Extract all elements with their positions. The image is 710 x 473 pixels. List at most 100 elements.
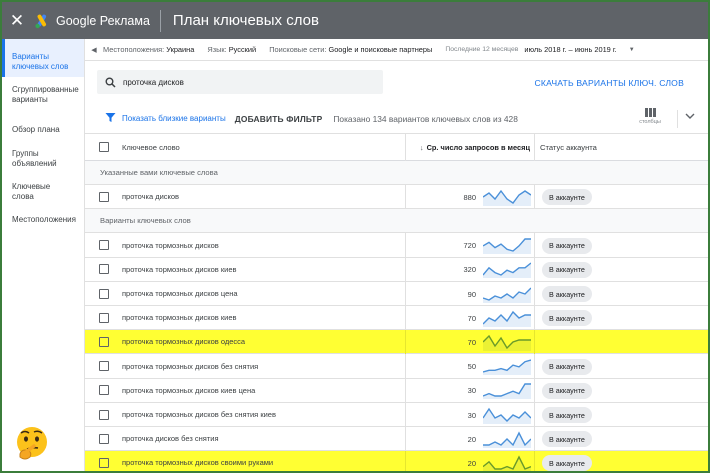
account-status-badge: В аккаунте xyxy=(542,455,592,471)
keyword-text: проточка тормозных дисков цена xyxy=(122,289,238,298)
volume-cell: 50 xyxy=(405,354,535,379)
group-heading: Указанные вами ключевые слова xyxy=(85,161,708,185)
period-label: Последние 12 месяцев xyxy=(445,46,519,53)
row-checkbox[interactable] xyxy=(99,361,109,372)
table-row[interactable]: проточка дисков без снятия 20 В аккаунте xyxy=(85,426,708,452)
search-value: проточка дисков xyxy=(123,77,184,87)
account-status-badge: В аккаунте xyxy=(542,189,592,206)
account-status-badge: В аккаунте xyxy=(542,237,592,254)
filter-icon[interactable] xyxy=(105,112,117,125)
brand-name: Google Реклама xyxy=(56,13,150,28)
search-volume: 50 xyxy=(467,362,476,372)
trend-sparkline xyxy=(483,310,531,327)
top-bar: ✕ Google Реклама План ключевых слов xyxy=(2,2,708,39)
trend-sparkline xyxy=(483,189,531,206)
download-ideas-button[interactable]: СКАЧАТЬ ВАРИАНТЫ КЛЮЧ. СЛОВ xyxy=(534,78,684,88)
select-all-checkbox[interactable] xyxy=(99,142,109,152)
volume-cell: 20 xyxy=(405,426,535,451)
trend-sparkline xyxy=(483,238,531,255)
network-filter[interactable]: Поисковые сети: Google и поисковые партн… xyxy=(269,45,432,54)
trend-sparkline xyxy=(483,287,531,303)
add-filter-button[interactable]: ДОБАВИТЬ ФИЛЬТР xyxy=(235,114,323,124)
row-checkbox[interactable] xyxy=(99,312,109,323)
search-volume: 320 xyxy=(463,265,476,275)
volume-cell: 90 xyxy=(405,281,535,306)
sidebar-item-keywords[interactable]: Ключевые слова xyxy=(2,182,68,202)
volume-column-header[interactable]: ↓ Ср. число запросов в месяц xyxy=(405,133,535,161)
table-row[interactable]: проточка тормозных дисков без снятия 50 В … xyxy=(85,354,708,379)
keyword-text: проточка тормозных дисков своими руками xyxy=(122,458,274,468)
keyword-text: проточка тормозных дисков киев xyxy=(122,264,237,274)
sparkline-area xyxy=(483,311,531,327)
row-checkbox[interactable] xyxy=(99,264,109,275)
keyword-search-input[interactable]: проточка дисков xyxy=(97,70,383,94)
keyword-text: проточка тормозных дисков одесса xyxy=(122,337,246,347)
row-checkbox[interactable] xyxy=(99,385,109,396)
keyword-text: проточка тормозных дисков киев цена xyxy=(122,385,256,395)
table-row[interactable]: проточка тормозных дисков одесса 70 xyxy=(85,329,708,355)
table-row[interactable]: проточка тормозных дисков киев цена 30 В а… xyxy=(85,378,708,403)
table-row[interactable]: проточка тормозных дисков киев 320 В аккау… xyxy=(85,257,708,282)
columns-button[interactable]: столбцы xyxy=(637,108,663,125)
period-dropdown-icon[interactable]: ▼ xyxy=(629,47,635,53)
trend-sparkline xyxy=(483,455,531,471)
volume-cell: 70 xyxy=(405,305,535,330)
row-checkbox[interactable] xyxy=(99,191,109,202)
table-row[interactable]: проточка тормозных дисков цена 90 В аккаун… xyxy=(85,281,708,306)
table-row[interactable]: проточка тормозных дисков киев 70 В аккаун… xyxy=(85,305,708,331)
row-checkbox[interactable] xyxy=(99,336,109,347)
search-volume: 30 xyxy=(467,410,476,420)
volume-cell: 30 xyxy=(405,378,535,403)
table-row[interactable]: проточка тормозных дисков без снятия кие… xyxy=(85,402,708,427)
account-status-badge: В аккаунте xyxy=(542,310,592,327)
trend-sparkline xyxy=(483,407,531,424)
sidebar-item-keyword-ideas[interactable]: Варианты ключевых слов xyxy=(2,39,84,77)
table-row[interactable]: проточка дисков 880 В аккаунте xyxy=(85,184,708,210)
trend-sparkline xyxy=(483,262,531,279)
account-column-header[interactable]: Статус аккаунта xyxy=(540,143,597,152)
search-volume: 70 xyxy=(467,313,476,323)
search-volume: 30 xyxy=(467,386,476,396)
sidebar: Варианты ключевых слов Сгруппированные в… xyxy=(2,39,85,471)
close-button[interactable]: ✕ xyxy=(2,11,32,31)
columns-label: столбцы xyxy=(639,119,661,125)
sidebar-item-locations[interactable]: Местоположения xyxy=(2,215,84,225)
row-checkbox[interactable] xyxy=(99,457,109,468)
sidebar-item-grouped-ideas[interactable]: Сгруппированные варианты xyxy=(2,85,79,107)
chevron-down-icon[interactable] xyxy=(685,113,695,122)
table-header: Ключевое слово ↓ Ср. число запросов в мес… xyxy=(85,133,708,161)
group-heading: Варианты ключевых слов xyxy=(85,209,708,234)
search-row: проточка дисков СКАЧАТЬ ВАРИАНТЫ КЛЮЧ. С… xyxy=(85,61,708,104)
volume-cell: 320 xyxy=(405,257,535,282)
table-row[interactable]: проточка тормозных дисков своими руками 2… xyxy=(85,450,708,471)
thinking-face-icon xyxy=(17,427,47,460)
account-status-badge: В аккаунте xyxy=(542,286,592,302)
language-filter[interactable]: Язык: Русский xyxy=(207,45,256,54)
show-close-variants-link[interactable]: Показать близкие варианты xyxy=(122,114,226,123)
trend-sparkline xyxy=(483,383,531,400)
table-row[interactable]: проточка тормозных дисков 720 В аккаунте xyxy=(85,233,708,258)
trend-sparkline xyxy=(483,359,531,376)
filter-toolbar: Показать близкие варианты ДОБАВИТЬ ФИЛЬТ… xyxy=(85,104,708,134)
keyword-text: проточка тормозных дисков без снятия кие… xyxy=(122,410,276,419)
account-status-badge: В аккаунте xyxy=(542,407,592,423)
location-filter[interactable]: Местоположения: Украина xyxy=(103,45,194,54)
scroll-left-icon[interactable]: ◀ xyxy=(85,46,103,54)
row-checkbox[interactable] xyxy=(99,240,109,251)
volume-cell: 880 xyxy=(405,184,535,209)
keyword-text: проточка тормозных дисков без снятия xyxy=(122,361,259,371)
trend-sparkline xyxy=(483,334,531,351)
account-status-badge: В аккаунте xyxy=(542,382,592,399)
row-checkbox[interactable] xyxy=(99,433,109,444)
targeting-bar: ◀ Местоположения: Украина Язык: Русский … xyxy=(85,39,708,61)
volume-cell: 30 xyxy=(405,402,535,427)
sidebar-item-ad-groups[interactable]: Группы объявлений xyxy=(2,149,68,169)
row-checkbox[interactable] xyxy=(99,288,109,299)
page-title: План ключевых слов xyxy=(172,12,319,29)
volume-cell: 720 xyxy=(405,233,535,258)
keyword-column-header[interactable]: Ключевое слово xyxy=(122,143,180,152)
sidebar-item-plan-overview[interactable]: Обзор плана xyxy=(2,125,84,135)
row-checkbox[interactable] xyxy=(99,409,109,420)
period-selector[interactable]: июль 2018 г. – июнь 2019 г. xyxy=(524,45,616,54)
search-volume: 70 xyxy=(467,337,476,347)
